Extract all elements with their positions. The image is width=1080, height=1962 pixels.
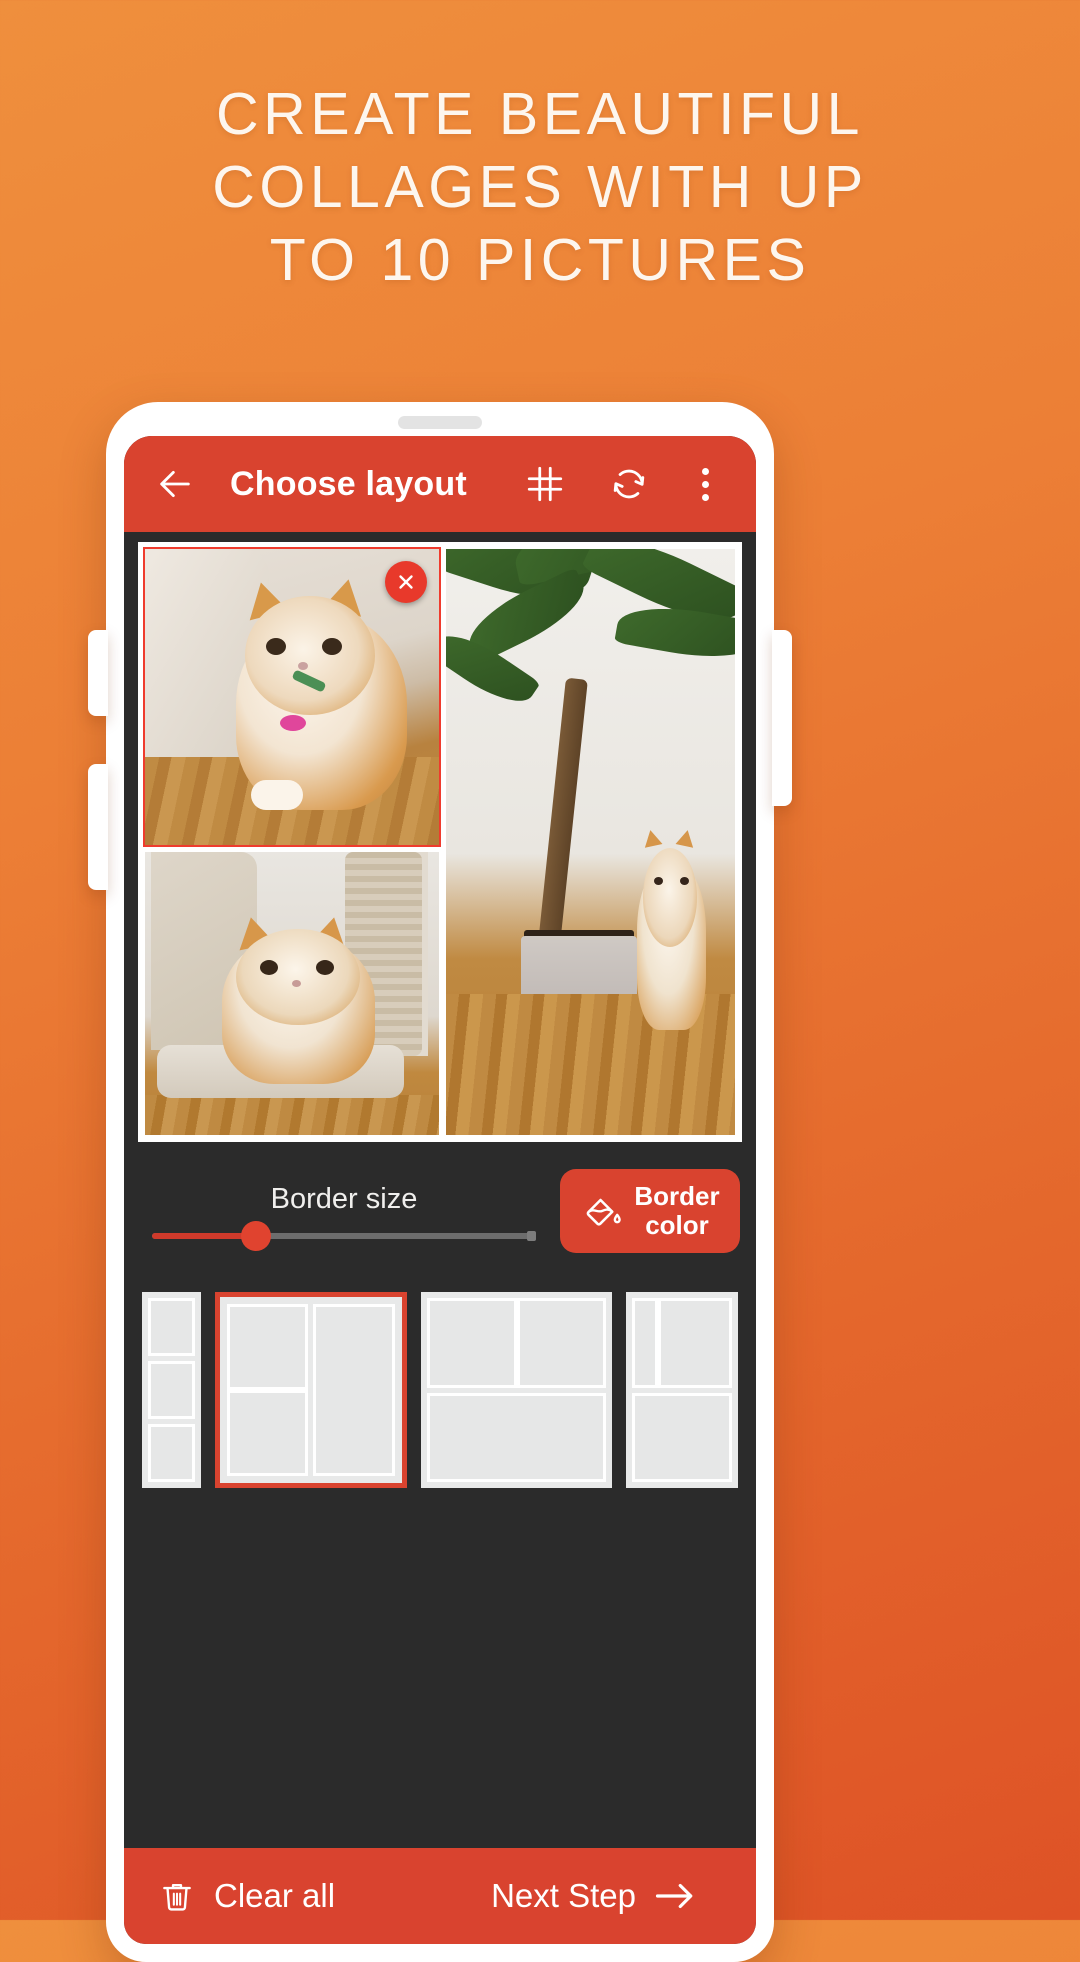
border-color-label: Border color bbox=[634, 1180, 720, 1240]
slider-track-end-cap bbox=[527, 1230, 536, 1241]
layout-row bbox=[632, 1298, 732, 1388]
back-arrow-icon bbox=[160, 470, 190, 498]
phone-mockup: Choose layout Border size Border color C… bbox=[88, 402, 792, 1962]
phone-side-button-left-lower bbox=[88, 764, 108, 890]
layout-thumbnail-2-top-1-bottom-narrow[interactable] bbox=[626, 1292, 738, 1488]
layout-cell bbox=[226, 1304, 309, 1390]
plant-leaves bbox=[446, 549, 735, 807]
shuffle-button[interactable] bbox=[600, 455, 658, 513]
layout-thumbnail-3-stacked-rows[interactable] bbox=[142, 1292, 201, 1488]
overflow-menu-button[interactable] bbox=[676, 455, 734, 513]
layout-cell bbox=[313, 1304, 395, 1476]
phone-speaker bbox=[398, 416, 482, 429]
border-color-label-line1: Border bbox=[634, 1180, 720, 1211]
layout-thumbnail-list[interactable] bbox=[124, 1272, 756, 1508]
phone-side-button-right bbox=[772, 630, 792, 806]
border-size-label: Border size bbox=[270, 1182, 418, 1215]
collage-cell-photo-cat-peeking[interactable] bbox=[142, 546, 442, 848]
collage-canvas[interactable] bbox=[138, 542, 742, 1142]
collage-cell-photo-plant-and-cat[interactable] bbox=[446, 549, 735, 1135]
app-bar: Choose layout bbox=[124, 436, 756, 532]
trash-icon bbox=[163, 1884, 191, 1911]
layout-cell bbox=[148, 1424, 195, 1482]
paint-bucket-icon bbox=[587, 1198, 622, 1226]
grid-icon bbox=[527, 466, 563, 502]
layout-cell bbox=[658, 1298, 732, 1388]
clear-all-label: Clear all bbox=[214, 1877, 336, 1914]
refresh-shuffle-icon bbox=[613, 469, 645, 499]
layout-cell bbox=[226, 1390, 309, 1476]
photo-cat-scratching-post bbox=[145, 852, 440, 1135]
border-color-label-line2: color bbox=[645, 1210, 709, 1240]
layout-thumbnail-2-top-1-bottom[interactable] bbox=[420, 1292, 613, 1488]
phone-side-button-left-upper bbox=[88, 630, 108, 716]
close-icon bbox=[399, 575, 414, 589]
border-size-slider[interactable] bbox=[152, 1220, 536, 1251]
collage-area bbox=[124, 532, 756, 1150]
layout-cell bbox=[516, 1298, 607, 1388]
headline-line-1: CREATE BEAUTIFUL bbox=[216, 81, 864, 147]
headline-line-2: COLLAGES WITH UP bbox=[212, 154, 868, 221]
slider-thumb[interactable] bbox=[240, 1220, 271, 1251]
layout-cell bbox=[148, 1361, 195, 1419]
next-step-button[interactable]: Next Step bbox=[491, 1877, 696, 1915]
layout-cell bbox=[632, 1298, 659, 1388]
phone-body: Choose layout Border size Border color C… bbox=[88, 402, 792, 1962]
border-color-button[interactable]: Border color bbox=[560, 1169, 740, 1253]
page-title: Choose layout bbox=[230, 464, 467, 503]
promo-headline: CREATE BEAUTIFUL COLLAGES WITH UP TO 10 … bbox=[0, 78, 1080, 297]
more-vertical-icon bbox=[701, 467, 709, 501]
collage-left-column bbox=[142, 546, 442, 1135]
bottom-action-bar: Clear all Next Step bbox=[124, 1848, 756, 1944]
layout-thumbnail-2-left-1-right[interactable] bbox=[214, 1292, 407, 1488]
collage-cell-photo-cat-scratching-post[interactable] bbox=[145, 852, 440, 1135]
grid-button[interactable] bbox=[516, 455, 574, 513]
layout-cell bbox=[426, 1392, 607, 1482]
layout-cell bbox=[632, 1392, 732, 1482]
layout-row bbox=[426, 1298, 607, 1388]
back-button[interactable] bbox=[146, 455, 204, 513]
layout-cell bbox=[148, 1298, 195, 1356]
phone-screen: Choose layout Border size Border color C… bbox=[124, 436, 756, 1944]
headline-line-3: TO 10 PICTURES bbox=[269, 227, 811, 294]
arrow-right-icon bbox=[655, 1883, 693, 1909]
layout-column bbox=[226, 1304, 309, 1476]
next-step-label: Next Step bbox=[491, 1877, 636, 1914]
border-size-control: Border size bbox=[142, 1182, 546, 1251]
border-controls-row: Border size Border color bbox=[124, 1150, 756, 1272]
clear-all-button[interactable]: Clear all bbox=[158, 1877, 335, 1915]
photo-plant-and-cat bbox=[446, 549, 735, 1135]
layout-cell bbox=[426, 1298, 517, 1388]
